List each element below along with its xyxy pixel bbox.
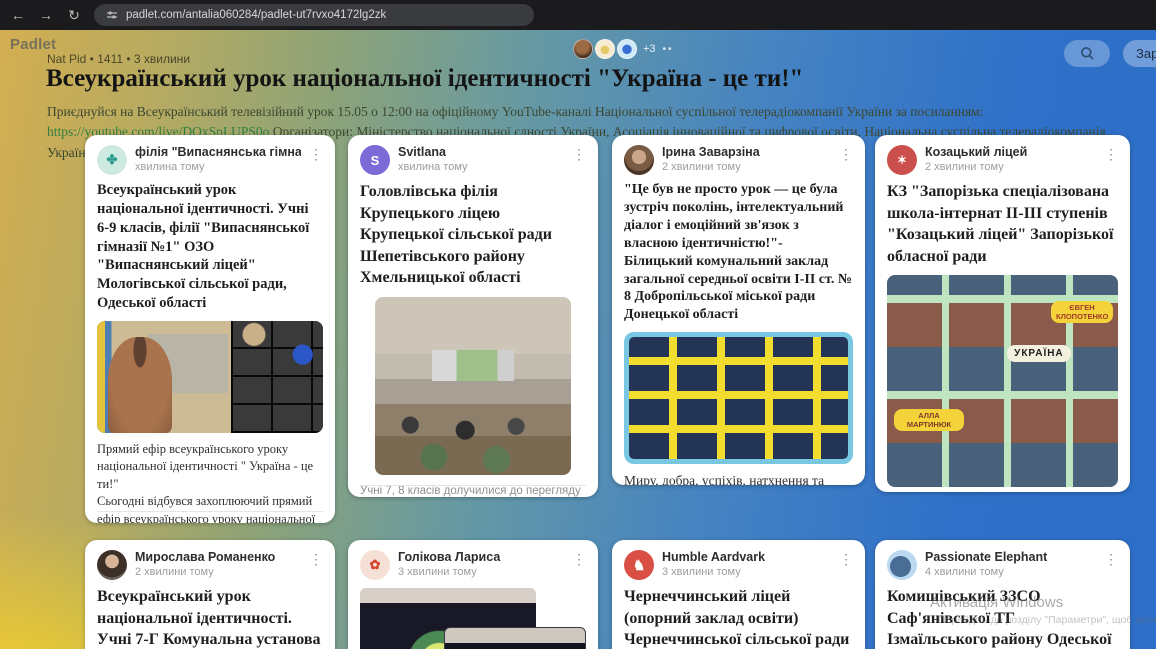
author-name: Humble Aardvark — [662, 550, 831, 564]
post-menu-icon[interactable] — [1104, 550, 1118, 566]
reload-icon[interactable]: ↻ — [66, 7, 82, 24]
author-name: Голікова Лариса — [398, 550, 564, 564]
forward-icon[interactable]: → — [38, 7, 54, 23]
collage-label-ukraine: УКРАЇНА — [1007, 345, 1071, 362]
padlet-logo[interactable]: Padlet — [10, 36, 56, 53]
post-title: Всеукраїнський урок національної ідентич… — [97, 181, 323, 313]
post-menu-icon[interactable] — [839, 145, 853, 161]
search-icon — [1080, 46, 1095, 61]
post-time: 2 хвилини тому — [925, 161, 1096, 173]
windows-activation-watermark: Активація Windows — [930, 594, 1063, 611]
post-time: 2 хвилини тому — [662, 161, 831, 173]
author-name: Ірина Заварзіна — [662, 145, 831, 159]
photo-avatar — [97, 550, 127, 580]
post-image[interactable] — [360, 588, 586, 649]
padlet-board: Padlet +3 Заре Nat Pid • 1411 • 3 хвилин… — [0, 30, 1156, 649]
post-title: "Це був не просто урок — це була зустріч… — [624, 181, 853, 324]
post-title: Чернеччинський ліцей (опорний заклад осв… — [624, 586, 853, 649]
classroom-pupils — [375, 411, 571, 475]
board-meta: Nat Pid • 1411 • 3 хвилини — [47, 52, 190, 66]
post-card[interactable]: Голікова Лариса 3 хвилини тому — [348, 540, 598, 649]
post-time: 3 хвилини тому — [662, 566, 831, 578]
video-call-grid — [231, 321, 323, 433]
post-menu-icon[interactable] — [309, 145, 323, 161]
collaborator-avatar[interactable] — [617, 39, 637, 59]
collaborators-more-count[interactable]: +3 — [643, 43, 656, 55]
post-image[interactable] — [624, 332, 853, 464]
post-card[interactable]: Ірина Заварзіна 2 хвилини тому "Це був н… — [612, 135, 865, 485]
browser-topbar: ← → ↻ padlet.com/antalia060284/padlet-ut… — [0, 0, 1156, 30]
collaborator-avatar[interactable] — [573, 39, 593, 59]
address-bar[interactable]: padlet.com/antalia060284/padlet-ut7rvxo4… — [94, 4, 534, 26]
post-menu-icon[interactable] — [1104, 145, 1118, 161]
card-divider — [360, 485, 586, 486]
post-menu-icon[interactable] — [572, 550, 586, 566]
windows-activation-watermark-line2: Перейдіть до розділу "Параметри", щоб ак… — [938, 614, 1156, 626]
card-divider — [97, 511, 323, 512]
letter-avatar: S — [360, 145, 390, 175]
post-card[interactable]: Козацький ліцей 2 хвилини тому КЗ "Запор… — [875, 135, 1130, 492]
post-time: хвилина тому — [135, 161, 301, 173]
post-body: Миру, добра, успіхів, натхнення та позит… — [624, 472, 853, 485]
collaborators: +3 — [573, 39, 674, 59]
post-time: 3 хвилини тому — [398, 566, 564, 578]
post-time: 4 хвилини тому — [925, 566, 1096, 578]
author-name: Svitlana — [398, 145, 564, 159]
post-menu-icon[interactable] — [572, 145, 586, 161]
post-menu-icon[interactable] — [839, 550, 853, 566]
post-menu-icon[interactable] — [309, 550, 323, 566]
flower-avatar-icon — [360, 550, 390, 580]
page-title: Всеукраїнський урок національної ідентич… — [46, 65, 803, 93]
elephant-avatar-icon — [887, 550, 917, 580]
tv-presenter-screenshot — [444, 627, 586, 649]
collaborators-overflow-dots — [663, 44, 674, 55]
clover-avatar-icon — [97, 145, 127, 175]
post-time: 2 хвилини тому — [135, 566, 301, 578]
author-name: Козацький ліцей — [925, 145, 1096, 159]
collaborator-avatar[interactable] — [595, 39, 615, 59]
classroom-screen — [432, 350, 514, 380]
post-card[interactable]: Мирослава Романенко 2 хвилини тому Всеук… — [85, 540, 335, 649]
author-name: Мирослава Романенко — [135, 550, 301, 564]
post-card[interactable]: Humble Aardvark 3 хвилини тому Чернеччин… — [612, 540, 865, 649]
post-title: Головлівська філія Крупецького ліцею Кру… — [360, 181, 586, 289]
back-icon[interactable]: ← — [10, 7, 26, 23]
author-name: філія "Випаснянська гімназія №1" ОЗО "Ви… — [135, 145, 301, 159]
post-image[interactable] — [97, 321, 323, 433]
post-title: Всеукраїнський урок національної ідентич… — [97, 586, 323, 649]
post-card[interactable]: філія "Випаснянська гімназія №1" ОЗО "Ви… — [85, 135, 335, 523]
site-info-icon[interactable] — [106, 9, 118, 21]
post-image[interactable] — [375, 297, 571, 475]
search-button[interactable] — [1064, 40, 1110, 67]
emblem-avatar-icon — [887, 145, 917, 175]
post-card[interactable]: S Svitlana хвилина тому Головлівська філ… — [348, 135, 598, 497]
register-button[interactable]: Заре — [1123, 40, 1156, 67]
post-title: КЗ "Запорізька спеціалізована школа-інте… — [887, 181, 1118, 267]
aardvark-avatar-icon — [624, 550, 654, 580]
collage-label-chef: ЄВГЕН КЛОПОТЕНКО — [1051, 301, 1113, 323]
photo-avatar — [624, 145, 654, 175]
collage-label-alla: АЛЛА МАРТИНЮК — [894, 409, 964, 431]
boxer-photo — [97, 321, 231, 433]
post-time: хвилина тому — [398, 161, 564, 173]
post-image[interactable]: ЄВГЕН КЛОПОТЕНКО УКРАЇНА АЛЛА МАРТИНЮК — [887, 275, 1118, 487]
author-name: Passionate Elephant — [925, 550, 1096, 564]
description-text: Приєднуйся на Всеукраїнський телевізійни… — [47, 104, 983, 119]
url-text: padlet.com/antalia060284/padlet-ut7rvxo4… — [126, 9, 386, 21]
